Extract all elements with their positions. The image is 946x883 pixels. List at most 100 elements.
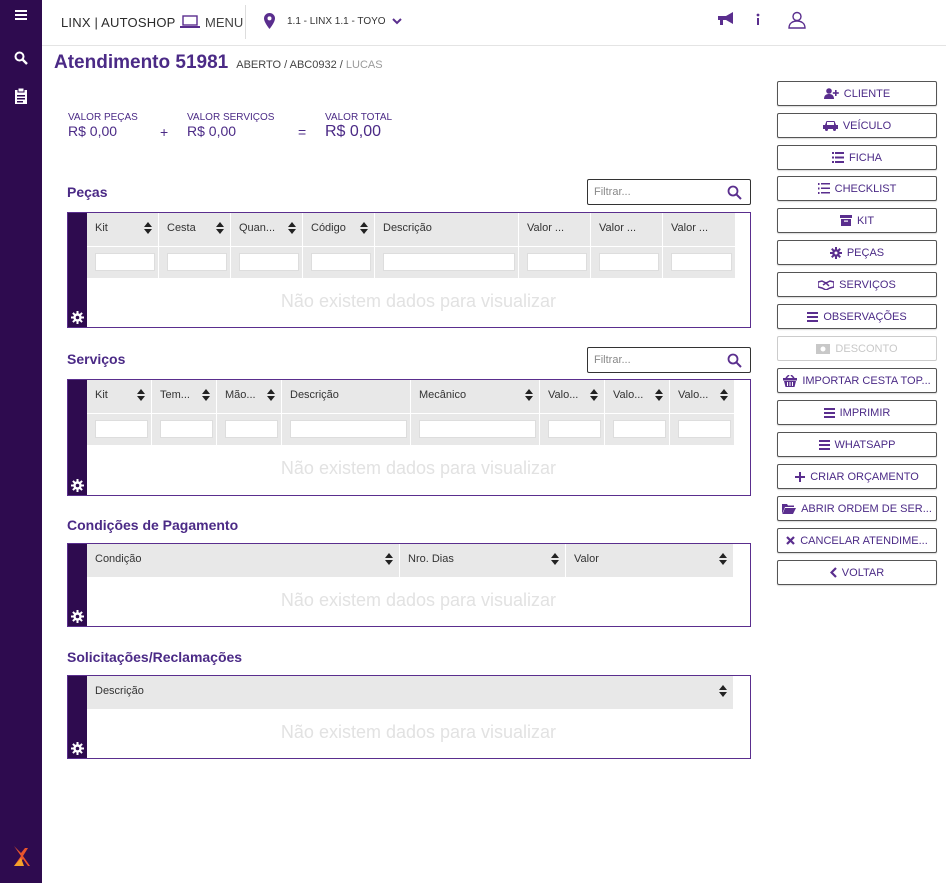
column-header[interactable]: Valor ... bbox=[663, 213, 735, 246]
column-header[interactable]: Valor ... bbox=[591, 213, 663, 246]
sort-icon[interactable] bbox=[137, 389, 145, 401]
sort-icon[interactable] bbox=[551, 553, 559, 565]
sort-icon[interactable] bbox=[719, 553, 727, 565]
ficha-button[interactable]: FICHA bbox=[777, 145, 937, 170]
grid-sidebar bbox=[68, 380, 87, 495]
column-filter-input[interactable] bbox=[311, 253, 371, 271]
importar-cesta-button[interactable]: IMPORTAR CESTA TOP... bbox=[777, 368, 937, 393]
column-header[interactable]: Nro. Dias bbox=[400, 544, 566, 577]
desconto-button[interactable]: DESCONTO bbox=[777, 336, 937, 361]
search-icon[interactable] bbox=[727, 353, 742, 368]
user-icon[interactable] bbox=[788, 11, 806, 34]
column-header[interactable]: Valo... bbox=[540, 380, 605, 413]
column-filter-input[interactable] bbox=[613, 420, 666, 438]
user-name: LUCAS bbox=[345, 59, 383, 71]
criar-orcamento-button[interactable]: CRIAR ORÇAMENTO bbox=[777, 464, 937, 489]
sort-icon[interactable] bbox=[720, 389, 728, 401]
column-filter-input[interactable] bbox=[160, 420, 213, 438]
menu-button[interactable]: MENU bbox=[180, 11, 243, 33]
column-header[interactable]: Kit bbox=[87, 213, 159, 246]
section-title-solicitacoes: Solicitações/Reclamações bbox=[67, 649, 243, 665]
column-header[interactable]: Descrição bbox=[87, 676, 733, 709]
column-filter-input[interactable] bbox=[527, 253, 587, 271]
status-text: ABERTO / ABC0932 / bbox=[236, 59, 346, 71]
store-selector[interactable]: 1.1 - LINX 1.1 - TOYO bbox=[264, 13, 402, 29]
servicos-button[interactable]: SERVIÇOS bbox=[777, 272, 937, 297]
column-filter-input[interactable] bbox=[671, 253, 732, 271]
megaphone-icon[interactable] bbox=[716, 11, 736, 32]
column-filter-input[interactable] bbox=[599, 253, 659, 271]
column-filter-input[interactable] bbox=[678, 420, 731, 438]
search-icon[interactable] bbox=[0, 51, 42, 70]
column-header[interactable]: Quan... bbox=[231, 213, 303, 246]
column-filter-input[interactable] bbox=[548, 420, 601, 438]
bars-icon bbox=[807, 311, 819, 322]
column-filter-input[interactable] bbox=[383, 253, 515, 271]
sort-icon[interactable] bbox=[719, 685, 727, 697]
servicos-filter-input[interactable] bbox=[594, 352, 722, 368]
column-filter-input[interactable] bbox=[225, 420, 278, 438]
bars-icon bbox=[823, 407, 835, 418]
pecas-button[interactable]: PEÇAS bbox=[777, 240, 937, 265]
hamburger-menu-icon[interactable] bbox=[0, 8, 42, 27]
column-filter-input[interactable] bbox=[95, 420, 148, 438]
servicos-filter[interactable] bbox=[587, 347, 751, 373]
page-title: Atendimento 51981 ABERTO / ABC0932 / LUC… bbox=[54, 52, 383, 74]
cliente-button[interactable]: CLIENTE bbox=[777, 81, 937, 106]
column-filter-input[interactable] bbox=[419, 420, 536, 438]
column-header[interactable]: Tem... bbox=[152, 380, 217, 413]
column-header[interactable]: Código bbox=[303, 213, 375, 246]
imprimir-button[interactable]: IMPRIMIR bbox=[777, 400, 937, 425]
sort-icon[interactable] bbox=[202, 389, 210, 401]
gear-icon[interactable] bbox=[71, 610, 84, 623]
column-header[interactable]: Mecânico bbox=[411, 380, 540, 413]
column-header[interactable]: Cesta bbox=[159, 213, 231, 246]
gear-icon[interactable] bbox=[71, 311, 84, 324]
sort-icon[interactable] bbox=[288, 222, 296, 234]
veiculo-button[interactable]: VEÍCULO bbox=[777, 113, 937, 138]
list-ol-icon bbox=[817, 183, 830, 194]
column-header[interactable]: Descrição bbox=[282, 380, 411, 413]
voltar-button[interactable]: VOLTAR bbox=[777, 560, 937, 585]
column-filter-input[interactable] bbox=[95, 253, 155, 271]
gear-icon[interactable] bbox=[71, 742, 84, 755]
sort-icon[interactable] bbox=[144, 222, 152, 234]
grid-filter-row bbox=[87, 246, 735, 278]
column-header[interactable]: Valo... bbox=[670, 380, 734, 413]
gear-icon[interactable] bbox=[71, 479, 84, 492]
sort-icon[interactable] bbox=[360, 222, 368, 234]
cancelar-atendimento-button[interactable]: CANCELAR ATENDIME... bbox=[777, 528, 937, 553]
empty-message: Não existem dados para visualizar bbox=[280, 590, 557, 610]
cog-icon bbox=[829, 246, 842, 259]
empty-message: Não existem dados para visualizar bbox=[280, 291, 557, 311]
sort-icon[interactable] bbox=[525, 389, 533, 401]
column-filter-input[interactable] bbox=[290, 420, 407, 438]
column-header[interactable]: Valo... bbox=[605, 380, 670, 413]
clipboard-icon[interactable] bbox=[0, 88, 42, 109]
checklist-button[interactable]: CHECKLIST bbox=[777, 176, 937, 201]
info-icon[interactable] bbox=[755, 11, 761, 32]
column-header[interactable]: Kit bbox=[87, 380, 152, 413]
laptop-icon bbox=[180, 15, 200, 28]
whatsapp-button[interactable]: WHATSAPP bbox=[777, 432, 937, 457]
divider bbox=[245, 5, 246, 39]
sort-icon[interactable] bbox=[216, 222, 224, 234]
column-filter-input[interactable] bbox=[167, 253, 227, 271]
column-header[interactable]: Condição bbox=[87, 544, 400, 577]
column-header[interactable]: Valor ... bbox=[519, 213, 591, 246]
abrir-ordem-servico-button[interactable]: ABRIR ORDEM DE SER... bbox=[777, 496, 937, 521]
pecas-filter-input[interactable] bbox=[594, 184, 722, 200]
column-header[interactable]: Valor bbox=[566, 544, 733, 577]
search-icon[interactable] bbox=[727, 185, 742, 200]
observacoes-button[interactable]: OBSERVAÇÕES bbox=[777, 304, 937, 329]
page-title-text: Atendimento 51981 bbox=[54, 52, 229, 73]
pecas-filter[interactable] bbox=[587, 179, 751, 205]
sort-icon[interactable] bbox=[590, 389, 598, 401]
sort-icon[interactable] bbox=[267, 389, 275, 401]
kit-button[interactable]: KIT bbox=[777, 208, 937, 233]
sort-icon[interactable] bbox=[385, 553, 393, 565]
column-header[interactable]: Descrição bbox=[375, 213, 519, 246]
sort-icon[interactable] bbox=[655, 389, 663, 401]
column-filter-input[interactable] bbox=[239, 253, 299, 271]
column-header[interactable]: Mão... bbox=[217, 380, 282, 413]
